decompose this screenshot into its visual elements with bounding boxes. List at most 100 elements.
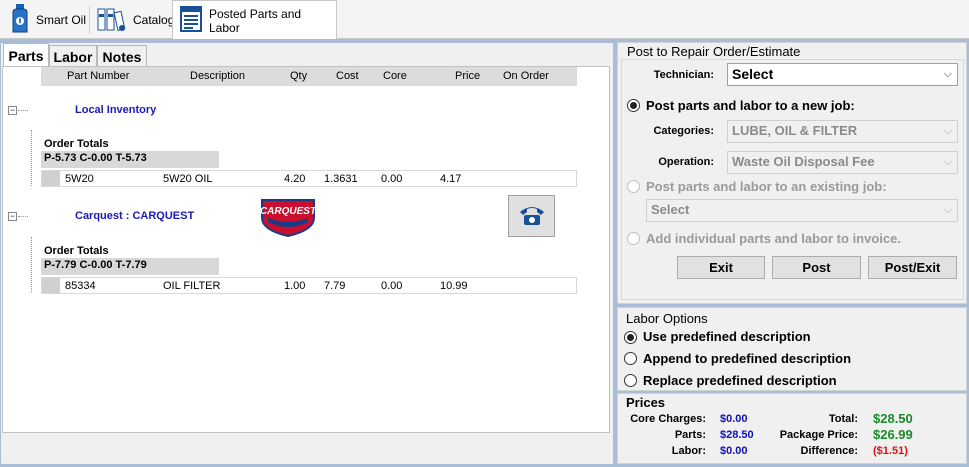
difference-value: ($1.51) <box>873 445 908 457</box>
operation-value: Waste Oil Disposal Fee <box>732 154 875 169</box>
chevron-down-icon: ⌵ <box>943 68 952 80</box>
post-panel-title: Post to Repair Order/Estimate <box>627 44 801 59</box>
cell-description: 5W20 OIL <box>163 173 213 185</box>
package-price-label: Package Price: <box>779 429 858 441</box>
existing-job-value: Select <box>651 202 690 217</box>
tab-label: Parts <box>8 47 44 64</box>
order-totals-label: Order Totals <box>44 245 109 257</box>
labor-label: Labor: <box>671 445 706 457</box>
option-existing-job-label: Post parts and labor to an existing job: <box>646 179 887 194</box>
group-title: Carquest : CARQUEST <box>75 210 195 222</box>
tree-line <box>18 216 28 217</box>
cell-price: 10.99 <box>440 280 468 292</box>
column-header-description[interactable]: Description <box>190 70 245 82</box>
core-charges-value: $0.00 <box>720 413 748 425</box>
radio-use-predefined[interactable] <box>624 331 637 344</box>
tab-label: Notes <box>102 48 142 65</box>
chevron-down-icon: ⌵ <box>943 204 952 216</box>
cell-price: 4.17 <box>440 173 462 185</box>
row-selector[interactable] <box>42 171 60 186</box>
order-totals-value: P-7.79 C-0.00 T-7.79 <box>41 258 219 275</box>
cell-cost: 1.3631 <box>324 173 358 185</box>
tree-line <box>18 110 28 111</box>
tab-label: Posted Parts and Labor <box>209 6 302 35</box>
tree-line <box>31 237 32 293</box>
labor-option-label: Append to predefined description <box>643 351 852 366</box>
chevron-down-icon: ⌵ <box>943 125 952 137</box>
radio-replace-predefined[interactable] <box>624 374 637 387</box>
cell-description: OIL FILTER <box>163 280 221 292</box>
cell-core: 0.00 <box>381 173 403 185</box>
order-totals-value: P-5.73 C-0.00 T-5.73 <box>41 151 219 168</box>
categories-value: LUBE, OIL & FILTER <box>732 123 858 138</box>
option-new-job-label: Post parts and labor to a new job: <box>646 98 855 113</box>
tab-parts[interactable]: Parts <box>3 43 49 67</box>
labor-options-title: Labor Options <box>626 311 708 326</box>
table-row[interactable]: 5W20 5W20 OIL 4.20 1.3631 0.00 4.17 <box>41 170 577 187</box>
grid-footer <box>2 433 610 464</box>
total-label: Total: <box>828 413 858 425</box>
technician-value: Select <box>732 66 774 82</box>
column-header-on-order[interactable]: On Order <box>503 70 549 82</box>
total-value: $28.50 <box>873 411 913 426</box>
top-tab-bar: Smart Oil Catalog Posted Parts and Labor <box>0 0 969 40</box>
operation-label: Operation: <box>658 156 714 168</box>
cell-core: 0.00 <box>381 280 403 292</box>
difference-label: Difference: <box>800 445 858 457</box>
tab-label: Smart Oil <box>36 13 87 27</box>
core-charges-label: Core Charges: <box>630 413 706 425</box>
radio-existing-job[interactable] <box>627 180 640 193</box>
collapse-toggle[interactable]: − <box>8 106 17 115</box>
tab-labor[interactable]: Labor <box>49 45 97 67</box>
exit-button[interactable]: Exit <box>677 256 765 279</box>
cell-qty: 4.20 <box>284 173 306 185</box>
option-individual-label: Add individual parts and labor to invoic… <box>646 231 901 246</box>
parts-label: Parts: <box>674 429 706 441</box>
tab-catalog[interactable]: Catalog <box>91 2 180 38</box>
column-header-qty[interactable]: Qty <box>290 70 307 82</box>
post-exit-button[interactable]: Post/Exit <box>868 256 957 279</box>
tab-posted-parts-and-labor[interactable]: Posted Parts and Labor <box>172 0 337 40</box>
tab-label: Catalog <box>133 13 175 27</box>
operation-select[interactable]: Waste Oil Disposal Fee ⌵ <box>727 151 958 174</box>
tree-line <box>31 130 32 186</box>
column-header-core[interactable]: Core <box>383 70 407 82</box>
cell-part-number: 85334 <box>65 280 96 292</box>
categories-label: Categories: <box>653 125 714 137</box>
svg-text:CARQUEST: CARQUEST <box>260 206 317 217</box>
document-list-icon <box>179 5 203 36</box>
tab-separator <box>89 6 90 34</box>
cell-qty: 1.00 <box>284 280 306 292</box>
labor-value: $0.00 <box>720 445 748 457</box>
column-header-part-number[interactable]: Part Number <box>67 70 129 82</box>
row-selector[interactable] <box>42 278 60 293</box>
group-title: Local Inventory <box>75 104 157 116</box>
carquest-logo: CARQUEST <box>254 196 322 238</box>
cell-part-number: 5W20 <box>65 173 94 185</box>
parts-value: $28.50 <box>720 429 754 441</box>
technician-select[interactable]: Select ⌵ <box>727 63 958 86</box>
radio-individual[interactable] <box>627 232 640 245</box>
tab-label: Labor <box>53 48 93 65</box>
prices-title: Prices <box>626 395 666 410</box>
existing-job-select[interactable]: Select ⌵ <box>646 199 958 222</box>
column-header-row: Part Number Description Qty Cost Core Pr… <box>41 67 577 86</box>
technician-label: Technician: <box>653 69 714 81</box>
tab-smart-oil[interactable]: Smart Oil <box>4 2 92 38</box>
package-price-value: $26.99 <box>873 427 913 442</box>
call-vendor-button[interactable] <box>508 195 555 237</box>
collapse-toggle[interactable]: − <box>8 212 17 221</box>
radio-append-predefined[interactable] <box>624 352 637 365</box>
cell-cost: 7.79 <box>324 280 346 292</box>
tab-notes[interactable]: Notes <box>97 45 147 67</box>
column-header-price[interactable]: Price <box>455 70 480 82</box>
oil-bottle-icon <box>10 3 30 37</box>
radio-new-job[interactable] <box>627 99 640 112</box>
catalog-books-icon <box>97 6 127 35</box>
column-header-cost[interactable]: Cost <box>336 70 359 82</box>
telephone-icon <box>518 204 546 229</box>
order-totals-label: Order Totals <box>44 138 109 150</box>
post-button[interactable]: Post <box>772 256 861 279</box>
categories-select[interactable]: LUBE, OIL & FILTER ⌵ <box>727 120 958 143</box>
table-row[interactable]: 85334 OIL FILTER 1.00 7.79 0.00 10.99 <box>41 277 577 294</box>
